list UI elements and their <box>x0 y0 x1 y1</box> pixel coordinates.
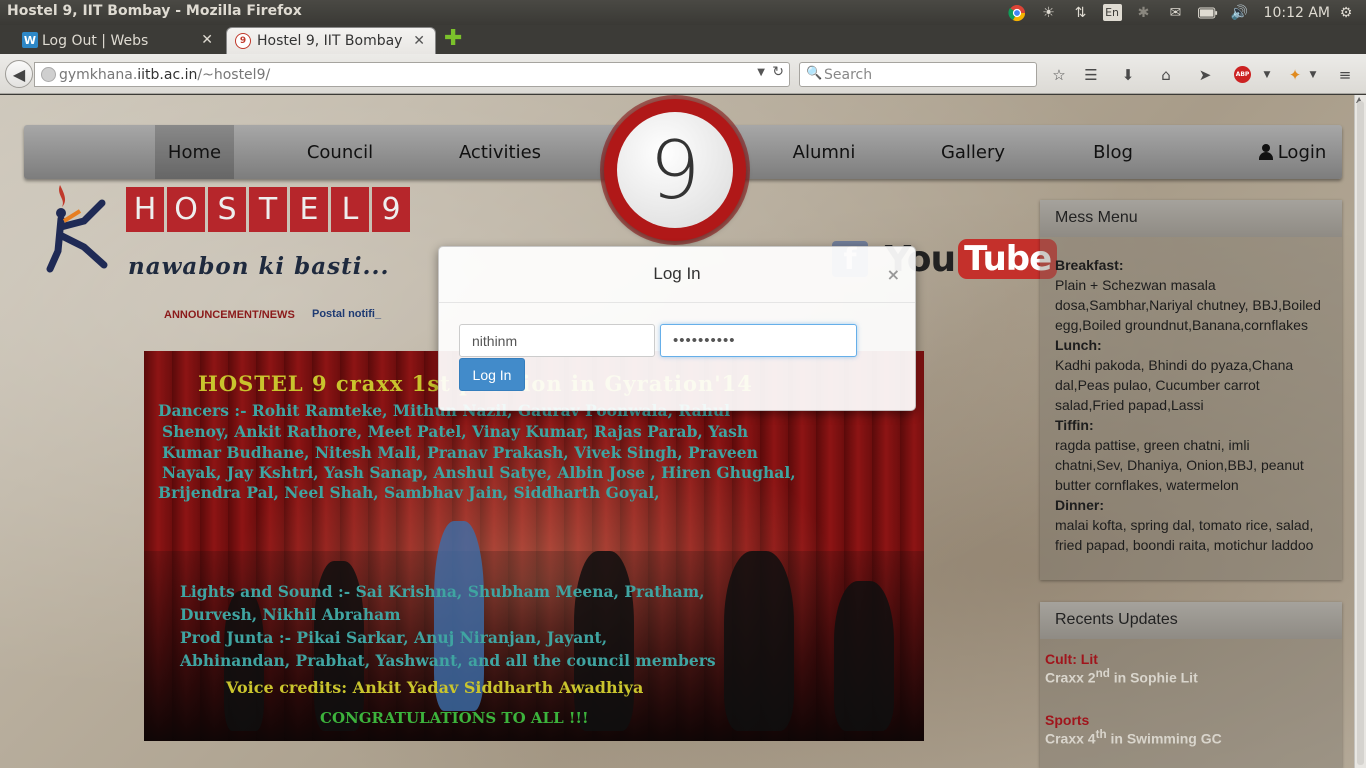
chrome-icon[interactable] <box>1007 3 1027 23</box>
bookmark-star-icon[interactable]: ☆ <box>1048 64 1070 86</box>
os-top-bar: Hostel 9, IIT Bombay - Mozilla Firefox ☀… <box>0 0 1366 25</box>
close-tab-icon[interactable]: ✕ <box>413 33 425 49</box>
menu-icon[interactable]: ≡ <box>1334 64 1356 86</box>
mail-icon[interactable]: ✉ <box>1166 3 1186 23</box>
home-icon[interactable]: ⌂ <box>1155 64 1177 86</box>
password-input[interactable]: •••••••••• <box>660 324 857 357</box>
back-button[interactable]: ◀ <box>5 60 33 88</box>
volume-icon[interactable]: 🔊 <box>1230 3 1250 23</box>
battery-icon[interactable] <box>1197 3 1218 23</box>
globe-icon[interactable] <box>41 67 56 82</box>
reading-list-icon[interactable]: ☰ <box>1080 64 1102 86</box>
tab-log-out[interactable]: W Log Out | Webs ✕ <box>18 27 223 54</box>
new-tab-plus-icon[interactable]: ✚ <box>444 28 462 50</box>
username-input[interactable]: nithinm <box>459 324 655 357</box>
login-modal-title: Log In <box>439 247 915 303</box>
navigation-toolbar: ◀ gymkhana. iitb.ac.in/~hostel9/ ▼ ↻ 🔍 Se… <box>0 54 1366 94</box>
reload-icon[interactable]: ↻ <box>772 64 784 80</box>
page-viewport: Home Council Activities Alumni Gallery B… <box>0 95 1366 768</box>
webs-favicon-icon: W <box>22 32 38 48</box>
keyboard-layout-indicator[interactable]: En <box>1102 4 1122 21</box>
url-host-prefix: gymkhana. <box>59 66 138 83</box>
search-input[interactable]: 🔍 Search <box>799 62 1037 87</box>
tab-label: Hostel 9, IIT Bombay <box>257 33 403 49</box>
login-submit-button[interactable]: Log In <box>459 358 525 391</box>
network-icon[interactable]: ⇅ <box>1071 3 1091 23</box>
bluetooth-icon[interactable]: ✱ <box>1134 3 1154 23</box>
brightness-icon[interactable]: ☀ <box>1039 3 1059 23</box>
close-icon[interactable]: × <box>887 265 900 284</box>
adblock-icon[interactable]: ABP <box>1234 66 1251 83</box>
search-icon: 🔍 <box>806 66 823 81</box>
clock[interactable]: 10:12 AM <box>1264 5 1330 21</box>
modal-backdrop[interactable] <box>0 95 1366 768</box>
search-placeholder: Search <box>824 66 873 83</box>
url-history-dropdown-icon[interactable]: ▼ <box>757 67 765 78</box>
url-host: iitb.ac.in <box>137 66 198 83</box>
close-tab-icon[interactable]: ✕ <box>201 32 213 48</box>
hostel9-favicon-icon: 9 <box>235 33 251 49</box>
extension-dropdown-icon[interactable]: ▼ <box>1302 64 1324 86</box>
window-title: Hostel 9, IIT Bombay - Mozilla Firefox <box>7 3 302 19</box>
url-path: /~hostel9/ <box>197 66 271 83</box>
tab-hostel9[interactable]: 9 Hostel 9, IIT Bombay ✕ <box>226 27 436 54</box>
url-bar[interactable]: gymkhana. iitb.ac.in/~hostel9/ ▼ ↻ <box>34 62 790 87</box>
downloads-icon[interactable]: ⬇ <box>1117 64 1139 86</box>
tab-bar: W Log Out | Webs ✕ 9 Hostel 9, IIT Bomba… <box>0 25 1366 54</box>
tab-label: Log Out | Webs <box>42 32 149 49</box>
power-gear-icon[interactable]: ⚙ <box>1336 3 1356 23</box>
send-icon[interactable]: ➤ <box>1194 64 1216 86</box>
system-tray: ☀ ⇅ En ✱ ✉ 🔊 10:12 AM ⚙ <box>1001 0 1366 25</box>
adblock-dropdown-icon[interactable]: ▼ <box>1256 64 1278 86</box>
login-modal: Log In × nithinm •••••••••• Log In <box>438 246 916 411</box>
